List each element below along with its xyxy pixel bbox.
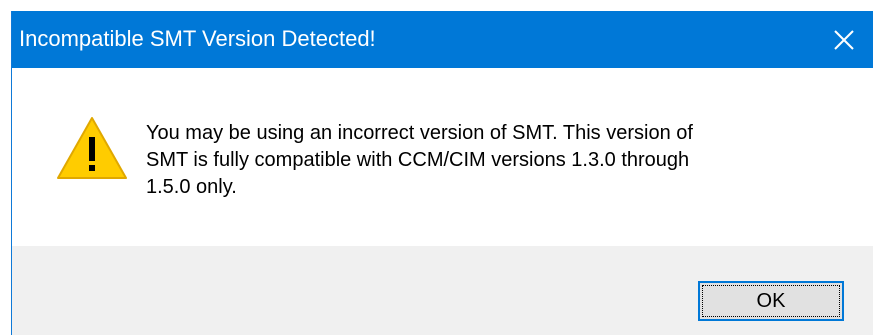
warning-icon <box>57 117 127 179</box>
message-line: 1.5.0 only. <box>146 176 237 198</box>
title-bar[interactable]: Incompatible SMT Version Detected! <box>12 11 873 68</box>
message-line: You may be using an incorrect version of… <box>146 122 693 144</box>
dialog-title: Incompatible SMT Version Detected! <box>19 26 376 51</box>
button-bar: OK <box>12 246 873 335</box>
close-button[interactable] <box>815 11 873 68</box>
message-line: SMT is fully compatible with CCM/CIM ver… <box>146 149 690 171</box>
dialog-content: You may be using an incorrect version of… <box>12 68 873 246</box>
close-icon <box>834 29 854 50</box>
ok-button[interactable]: OK <box>698 281 844 321</box>
ok-button-label: OK <box>756 289 786 312</box>
message-text: You may be using an incorrect version of… <box>146 120 846 201</box>
dialog-window: Incompatible SMT Version Detected! You m… <box>11 11 873 335</box>
